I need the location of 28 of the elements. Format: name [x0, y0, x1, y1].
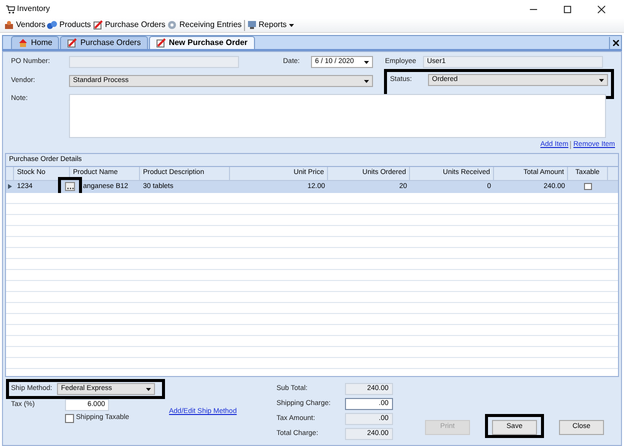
row-pointer-icon [8, 184, 12, 190]
close-icon[interactable] [596, 4, 606, 14]
tab[interactable]: Home [11, 36, 60, 49]
toolbar-button[interactable]: Receiving Entries [167, 19, 242, 31]
toolbar-button[interactable]: Reports [246, 19, 294, 31]
maximize-icon[interactable] [562, 4, 572, 14]
toolbar-button[interactable]: Purchase Orders [92, 19, 166, 31]
toolbar-button[interactable]: Vendors [4, 19, 46, 31]
document-pen-icon [156, 38, 166, 48]
caret-icon [364, 80, 369, 82]
caret-icon [599, 78, 604, 82]
tab[interactable]: Purchase Orders [60, 36, 148, 49]
close-icon[interactable] [612, 40, 618, 46]
window-title: Inventory [17, 3, 50, 15]
document-pen-icon [67, 38, 78, 48]
po-number-field[interactable] [69, 56, 239, 68]
document-pen-icon [92, 20, 103, 30]
checkbox[interactable] [65, 414, 74, 423]
checkbox[interactable] [584, 183, 592, 190]
cart-icon [6, 4, 15, 14]
house-icon [18, 38, 28, 48]
monitor-icon [246, 20, 257, 30]
caret-icon [364, 60, 369, 64]
caret-icon [146, 388, 151, 390]
toolbar-button[interactable]: Products [47, 19, 91, 31]
tab[interactable]: New Purchase Order [148, 36, 255, 49]
ellipsis-button[interactable] [66, 187, 74, 190]
note-field[interactable] [69, 94, 606, 138]
